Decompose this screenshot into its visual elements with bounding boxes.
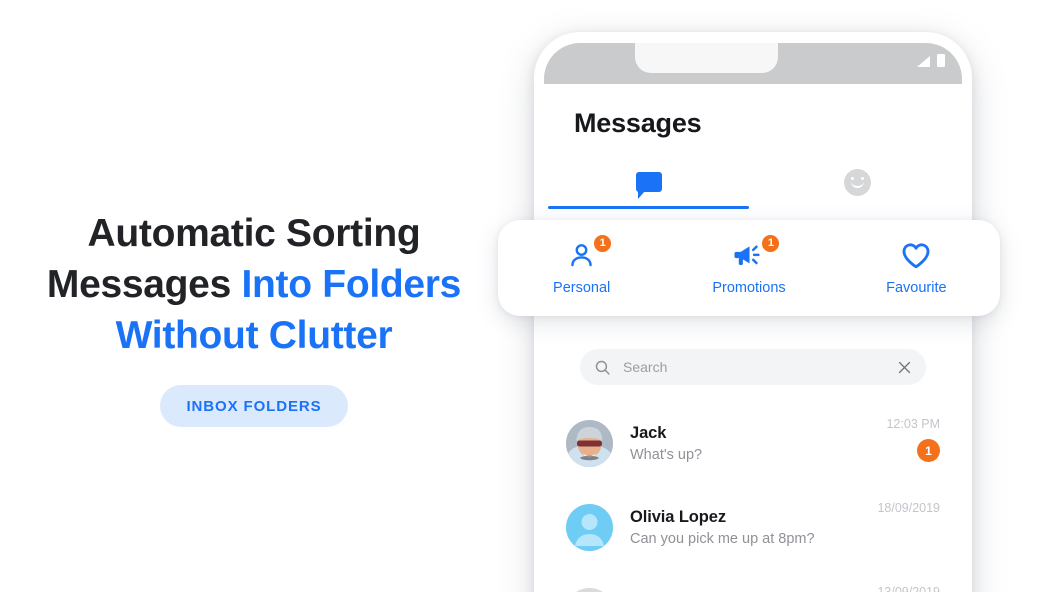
folder-label: Personal	[553, 279, 611, 296]
message-snippet: What's up?	[630, 446, 703, 463]
list-item-meta: 13/09/2019	[877, 585, 940, 592]
headline-line-2-plain: Messages	[46, 263, 242, 306]
tab-bar	[544, 155, 962, 209]
avatar	[566, 587, 613, 592]
avatar	[566, 503, 613, 551]
message-list: Jack What's up? 12:03 PM 1 Olivia Lopez …	[544, 401, 962, 592]
message-time: 12:03 PM	[886, 417, 940, 431]
search-input[interactable]: Search	[623, 359, 897, 375]
headline-line-3: Without Clutter	[115, 314, 393, 357]
contact-name: Jack	[630, 423, 667, 442]
message-time: 13/09/2019	[877, 585, 940, 592]
folder-card: 1 Personal 1 Promotions Favourite	[498, 220, 1000, 316]
tab-stickers[interactable]	[753, 155, 962, 209]
unread-badge: 1	[917, 439, 940, 462]
list-item[interactable]: Olivia Lopez Can you pick me up at 8pm? …	[566, 485, 940, 569]
message-snippet: Can you pick me up at 8pm?	[630, 530, 815, 547]
avatar	[566, 419, 613, 467]
contact-name: Olivia Lopez	[630, 507, 726, 526]
search-icon	[595, 360, 610, 375]
smiley-face-icon	[844, 168, 871, 196]
headline: Automatic Sorting Messages Into Folders …	[0, 208, 508, 361]
phone-mockup: Messages Search Jack What's up? 12:03 PM…	[498, 32, 1000, 592]
status-icons	[917, 54, 945, 67]
heart-icon	[902, 243, 930, 269]
list-item-text: Jack What's up?	[630, 424, 886, 463]
inbox-folders-pill: INBOX FOLDERS	[160, 385, 348, 427]
folder-badge: 1	[760, 232, 782, 254]
signal-triangle-icon	[917, 56, 930, 67]
search-bar[interactable]: Search	[580, 349, 926, 385]
message-time: 18/09/2019	[877, 501, 940, 515]
list-item[interactable]: Jack What's up? 12:03 PM 1	[566, 401, 940, 485]
tab-messages[interactable]	[544, 155, 753, 209]
headline-line-2-accent: Into Folders	[241, 263, 462, 306]
folder-badge: 1	[592, 232, 614, 254]
close-icon[interactable]	[897, 360, 912, 375]
notch-cutout	[635, 43, 778, 73]
folder-personal[interactable]: 1 Personal	[498, 220, 665, 316]
list-item-meta: 12:03 PM 1	[886, 417, 940, 462]
phone-screen: Messages Search Jack What's up? 12:03 PM…	[544, 43, 962, 592]
headline-line-1: Automatic Sorting	[87, 212, 421, 255]
tab-active-underline	[548, 206, 749, 209]
list-item-meta: 18/09/2019	[877, 501, 940, 515]
battery-icon	[937, 54, 945, 67]
page-title: Messages	[574, 108, 702, 138]
marketing-copy: Automatic Sorting Messages Into Folders …	[0, 208, 508, 427]
chat-bubble-icon	[635, 172, 662, 199]
folder-favourite[interactable]: Favourite	[833, 220, 1000, 316]
promo-banner: Automatic Sorting Messages Into Folders …	[0, 0, 1052, 592]
headline-line-2: Messages Into Folders	[0, 259, 508, 310]
folder-promotions[interactable]: 1 Promotions	[665, 220, 832, 316]
list-item-text: Olivia Lopez Can you pick me up at 8pm?	[630, 508, 877, 547]
folder-label: Favourite	[886, 279, 947, 296]
list-item[interactable]: Peter Brown 13/09/2019	[566, 569, 940, 592]
status-bar	[544, 43, 962, 84]
folder-label: Promotions	[712, 279, 786, 296]
